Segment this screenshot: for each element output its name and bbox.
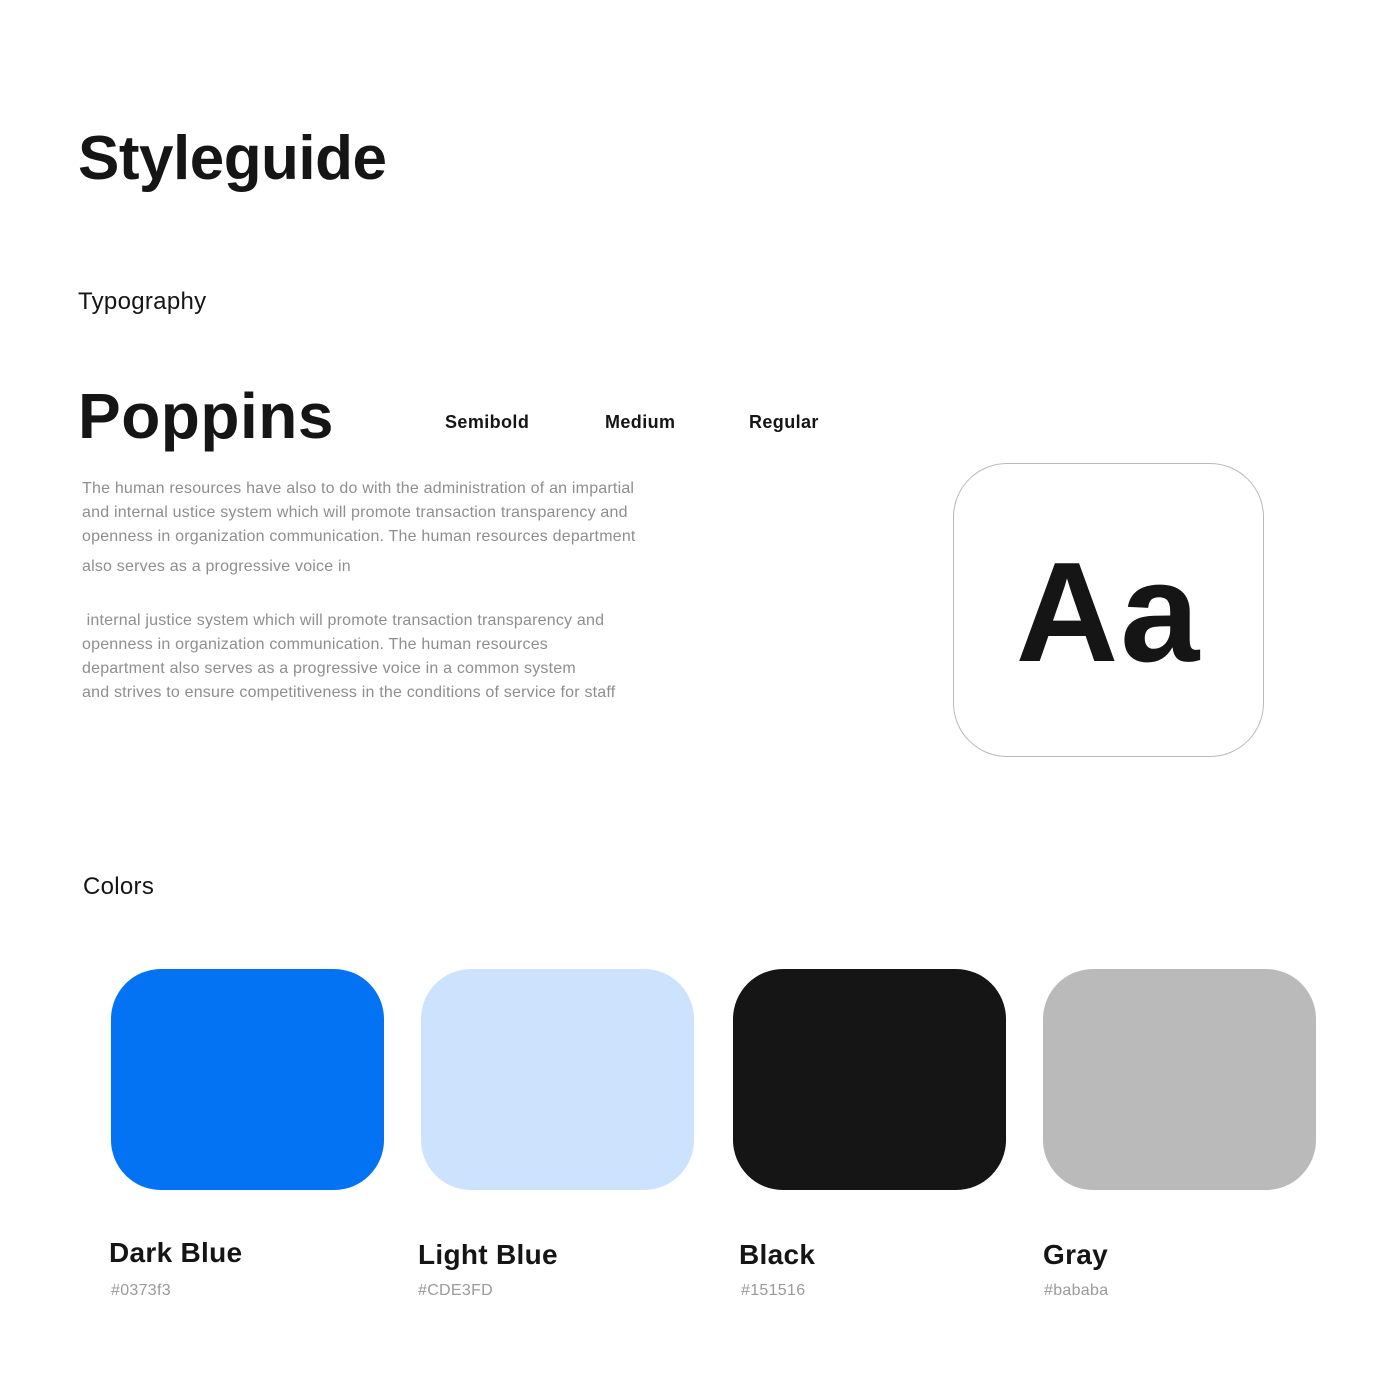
swatch-hex: #151516 (741, 1282, 806, 1299)
paragraph-line: openness in organization communication. … (82, 528, 636, 545)
paragraph-line: and internal ustice system which will pr… (82, 504, 628, 521)
swatch-color-block (733, 969, 1006, 1190)
paragraph-line: and strives to ensure competitiveness in… (82, 684, 616, 701)
paragraph-line: also serves as a progressive voice in (82, 558, 351, 575)
swatch-color-block (421, 969, 694, 1190)
paragraph-line: The human resources have also to do with… (82, 480, 635, 497)
font-weight-regular: Regular (749, 412, 819, 432)
font-name: Poppins (78, 380, 334, 452)
paragraph-line: internal justice system which will promo… (82, 612, 605, 629)
swatch-name: Gray (1043, 1239, 1109, 1270)
swatch-name: Dark Blue (109, 1237, 243, 1268)
paragraph-line: department also serves as a progressive … (82, 660, 576, 677)
typography-heading: Typography (78, 288, 207, 315)
swatch-color-block (1043, 969, 1316, 1190)
font-weight-medium: Medium (605, 412, 676, 432)
swatch-hex: #bababa (1044, 1282, 1109, 1299)
colors-heading: Colors (83, 873, 155, 900)
swatch-hex: #CDE3FD (418, 1282, 494, 1299)
swatch-hex: #0373f3 (111, 1282, 171, 1299)
font-weight-semibold: Semibold (445, 412, 530, 432)
swatch-name: Black (739, 1239, 816, 1270)
type-specimen-glyph: Aa (1015, 533, 1202, 692)
paragraph-line: openness in organization communication. … (82, 636, 548, 653)
page-title: Styleguide (78, 124, 387, 193)
swatch-name: Light Blue (418, 1239, 558, 1270)
swatch-color-block (111, 969, 384, 1190)
